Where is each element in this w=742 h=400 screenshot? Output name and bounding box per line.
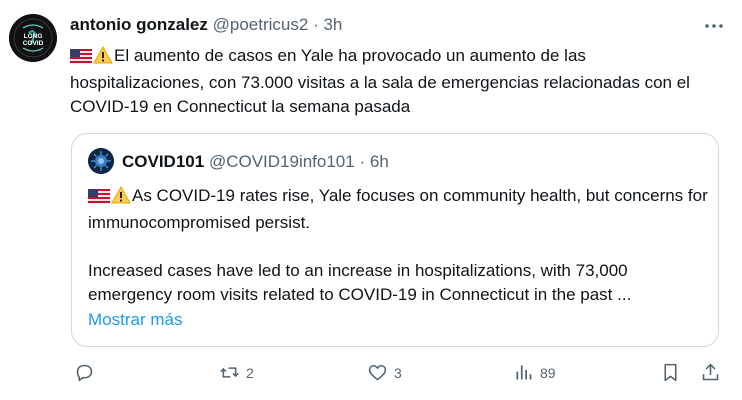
share-icon [702,363,719,381]
svg-text:COVID: COVID [23,40,44,47]
quoted-tweet-time[interactable]: 6h [370,152,389,171]
author-name[interactable]: antonio gonzalez [70,15,208,34]
views-button[interactable]: 89 [513,362,556,383]
more-options-button[interactable] [702,14,726,38]
virus-icon [88,148,114,174]
tweet-body: El aumento de casos en Yale ha provocado… [70,46,690,116]
author-avatar[interactable]: LONG COVID [9,14,57,62]
like-count: 3 [394,364,402,381]
views-count: 89 [540,364,556,381]
us-flag-icon [70,47,92,71]
quoted-tweet-header: COVID101 @COVID19info101 · 6h [122,151,389,173]
more-icon [705,24,723,28]
reply-button[interactable] [74,362,101,383]
tweet-header: antonio gonzalez @poetricus2 · 3h [70,14,342,36]
tweet-time[interactable]: 3h [323,15,342,34]
warning-icon [111,185,131,211]
long-covid-logo: LONG COVID [9,14,57,62]
svg-text:LONG: LONG [24,33,43,40]
separator-dot: · [359,152,366,171]
tweet-text: El aumento de casos en Yale ha provocado… [70,44,720,119]
show-more-link[interactable]: Mostrar más [88,310,182,330]
share-button[interactable] [700,362,721,383]
quoted-author-handle[interactable]: @COVID19info101 [209,152,355,171]
us-flag-icon [88,187,110,211]
like-button[interactable]: 3 [367,362,402,383]
warning-icon [93,45,113,71]
separator-dot: · [313,15,319,34]
author-handle[interactable]: @poetricus2 [213,15,309,34]
reply-icon [76,364,93,382]
bookmark-icon [664,363,677,382]
views-icon [516,365,532,380]
quoted-author-name[interactable]: COVID101 [122,152,204,171]
like-icon [368,364,387,381]
quoted-author-avatar[interactable] [88,148,114,174]
retweet-count: 2 [246,364,254,381]
quoted-paragraph-2: Increased cases have led to an increase … [88,261,632,304]
retweet-button[interactable]: 2 [219,362,254,383]
quoted-tweet-text: As COVID-19 rates rise, Yale focuses on … [88,184,708,307]
tweet[interactable]: LONG COVID antonio gonzalez @poetricus2 … [0,0,742,400]
quoted-paragraph: As COVID-19 rates rise, Yale focuses on … [88,184,708,235]
quoted-tweet[interactable]: COVID101 @COVID19info101 · 6h As COVID-1… [71,133,719,347]
action-bar: 2 3 89 [0,362,742,392]
retweet-icon [220,367,239,378]
quoted-paragraph-1: As COVID-19 rates rise, Yale focuses on … [88,186,708,232]
bookmark-button[interactable] [660,362,681,383]
